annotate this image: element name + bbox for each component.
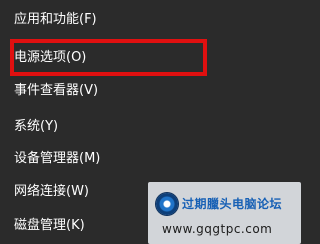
watermark-title: 过期臘头电脑论坛 [182,197,283,211]
watermark: 过期臘头电脑论坛 www.gqgtpc.com [148,182,301,244]
context-menu: 应用和功能(F) 电源选项(O) 事件查看器(V) 系统(Y) 设备管理器(M)… [0,0,301,244]
menu-item-device-manager[interactable]: 设备管理器(M) [0,146,301,172]
watermark-url: www.gqgtpc.com [162,222,273,236]
menu-item-system[interactable]: 系统(Y) [0,114,301,140]
menu-item-apps-and-features[interactable]: 应用和功能(F) [0,7,301,33]
forum-logo-icon [156,193,178,215]
menu-item-power-options[interactable]: 电源选项(O) [0,45,301,71]
menu-item-event-viewer[interactable]: 事件查看器(V) [0,78,301,104]
